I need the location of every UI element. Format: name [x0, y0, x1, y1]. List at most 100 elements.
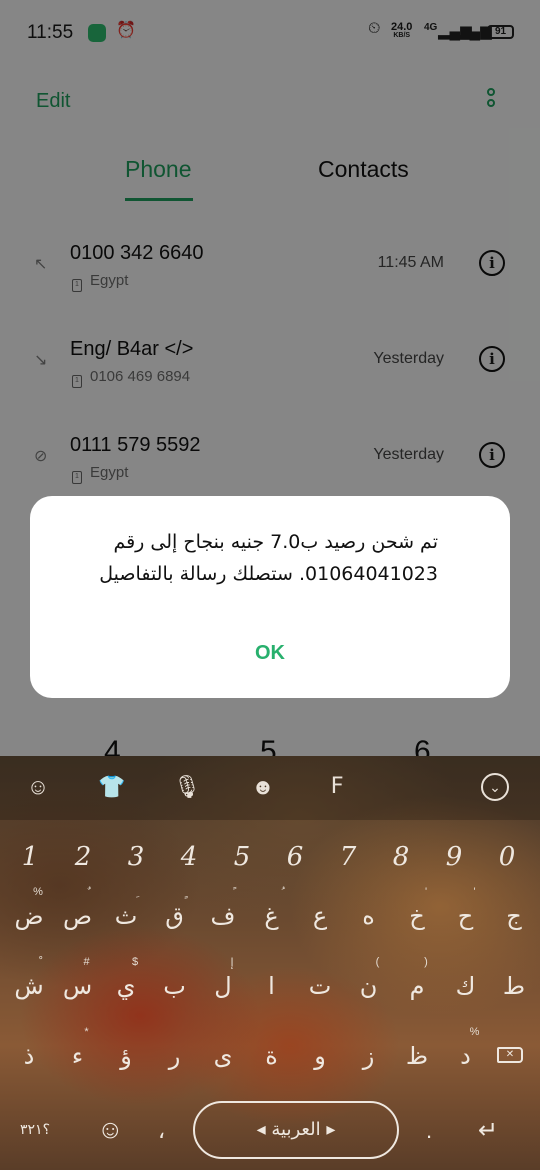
- letter-key[interactable]: ة: [248, 1024, 296, 1084]
- key-hint: ٌ: [78, 886, 96, 899]
- key-label: 5: [233, 842, 251, 872]
- key-label: ى: [213, 1042, 233, 1070]
- dialog-message: تم شحن رصيد ب7.0 جنيه بنجاح إلى رقم 0106…: [99, 531, 438, 585]
- letter-key[interactable]: ي $: [102, 954, 150, 1014]
- sticker-icon[interactable]: ☺: [23, 772, 53, 802]
- key-hint: ْ: [29, 956, 47, 969]
- key-label: ا: [268, 972, 275, 1000]
- number-key[interactable]: 6: [271, 830, 319, 890]
- key-label: 3: [127, 842, 145, 872]
- key-label: ص: [62, 902, 92, 930]
- letter-key[interactable]: ب: [151, 954, 199, 1014]
- key-hint: *: [84, 1026, 89, 1038]
- letter-key[interactable]: خ ': [393, 884, 441, 944]
- key-hint: ُ: [272, 886, 290, 899]
- letter-key[interactable]: ض%: [5, 884, 53, 944]
- keyboard: ☺ 👕 🎙 ☻ F ⌄ 1234567890 ض%صٌثِقٍفًغُعهخ'ح…: [0, 756, 540, 1170]
- font-icon[interactable]: F: [322, 772, 352, 802]
- microphone-icon[interactable]: 🎙: [172, 772, 202, 802]
- space-key-label: العربية: [271, 1119, 321, 1140]
- number-key[interactable]: 9: [430, 830, 478, 890]
- emoji-keyboard-icon[interactable]: ☻: [248, 772, 278, 802]
- space-key[interactable]: ◂ العربية ▸: [193, 1101, 399, 1159]
- key-hint: ): [424, 956, 428, 968]
- letter-key[interactable]: م): [393, 954, 441, 1014]
- number-key[interactable]: 8: [377, 830, 425, 890]
- key-label: ت: [308, 972, 332, 1000]
- key-hint: $: [131, 956, 139, 968]
- key-label: ح: [457, 902, 474, 930]
- key-hint: %: [33, 886, 43, 898]
- symbols-key[interactable]: ؟٣٢١: [20, 1122, 50, 1138]
- number-key[interactable]: 1: [6, 830, 54, 890]
- number-key[interactable]: 2: [59, 830, 107, 890]
- number-key[interactable]: 7: [324, 830, 372, 890]
- key-label: ي: [116, 972, 136, 1000]
- letter-key[interactable]: ظ: [393, 1024, 441, 1084]
- letter-key[interactable]: ء *: [54, 1024, 102, 1084]
- key-label: ء: [71, 1042, 84, 1070]
- key-label: س: [62, 972, 93, 1000]
- key-hint: ': [473, 886, 476, 898]
- number-key[interactable]: 4: [165, 830, 213, 890]
- letter-key[interactable]: ح ': [442, 884, 490, 944]
- key-label: ر: [168, 1042, 181, 1070]
- keyboard-row-2: شْس#ي$بلإاتن(م)كط: [0, 954, 540, 1014]
- letter-key[interactable]: س #: [54, 954, 102, 1014]
- letter-key[interactable]: صٌ: [54, 884, 102, 944]
- alert-dialog: تم شحن رصيد ب7.0 جنيه بنجاح إلى رقم 0106…: [30, 496, 510, 698]
- letter-key[interactable]: ا: [248, 954, 296, 1014]
- ok-button[interactable]: OK: [30, 642, 510, 665]
- enter-icon[interactable]: ↵: [478, 1116, 498, 1145]
- letter-key[interactable]: ع: [296, 884, 344, 944]
- emoji-icon[interactable]: ☺: [97, 1114, 124, 1145]
- key-label: ق: [165, 902, 184, 930]
- letter-key[interactable]: ت: [296, 954, 344, 1014]
- number-key[interactable]: 3: [112, 830, 160, 890]
- key-label: 6: [286, 842, 304, 872]
- letter-key[interactable]: ثِ: [102, 884, 150, 944]
- key-label: ن: [359, 972, 378, 1000]
- keyboard-toolbar: ☺ 👕 🎙 ☻ F ⌄: [0, 756, 540, 820]
- key-label: ذ: [23, 1042, 35, 1070]
- letter-key[interactable]: ذ: [5, 1024, 53, 1084]
- backspace-icon[interactable]: ✕: [497, 1047, 523, 1063]
- letter-key[interactable]: ز: [345, 1024, 393, 1084]
- key-label: م: [409, 972, 425, 1000]
- letter-key[interactable]: ى: [199, 1024, 247, 1084]
- letter-key[interactable]: غُ: [248, 884, 296, 944]
- comma-key[interactable]: ،: [158, 1118, 165, 1144]
- key-label: ه: [362, 902, 375, 930]
- letter-key[interactable]: ج: [490, 884, 538, 944]
- letter-key[interactable]: د%: [442, 1024, 490, 1084]
- key-label: غ: [264, 902, 279, 930]
- key-hint: %: [469, 1026, 480, 1038]
- key-hint: إ: [230, 957, 234, 969]
- key-hint: ً: [223, 886, 241, 899]
- letter-key[interactable]: ؤ: [102, 1024, 150, 1084]
- period-key[interactable]: .: [426, 1118, 432, 1144]
- letter-key[interactable]: ن(: [345, 954, 393, 1014]
- key-label: ب: [163, 972, 186, 1000]
- collapse-keyboard-icon[interactable]: ⌄: [481, 773, 509, 801]
- letter-key[interactable]: و: [296, 1024, 344, 1084]
- number-key[interactable]: 0: [483, 830, 531, 890]
- letter-key[interactable]: ك: [442, 954, 490, 1014]
- letter-key[interactable]: ط: [490, 954, 538, 1014]
- letter-key[interactable]: قٍ: [151, 884, 199, 944]
- key-hint: #: [83, 956, 90, 968]
- letter-key[interactable]: لإ: [199, 954, 247, 1014]
- key-label: و: [314, 1042, 326, 1070]
- key-label: 1: [21, 842, 39, 872]
- letter-key[interactable]: شْ: [5, 954, 53, 1014]
- letter-key[interactable]: ر: [151, 1024, 199, 1084]
- key-label: ث: [114, 902, 138, 930]
- theme-icon[interactable]: 👕: [97, 772, 127, 802]
- key-label: 0: [498, 842, 516, 872]
- number-key[interactable]: 5: [218, 830, 266, 890]
- key-label: ج: [506, 902, 522, 930]
- keyboard-row-1: ض%صٌثِقٍفًغُعهخ'ح'ج: [0, 884, 540, 944]
- letter-key[interactable]: فً: [199, 884, 247, 944]
- letter-key[interactable]: ه: [345, 884, 393, 944]
- key-label: ك: [455, 972, 476, 1000]
